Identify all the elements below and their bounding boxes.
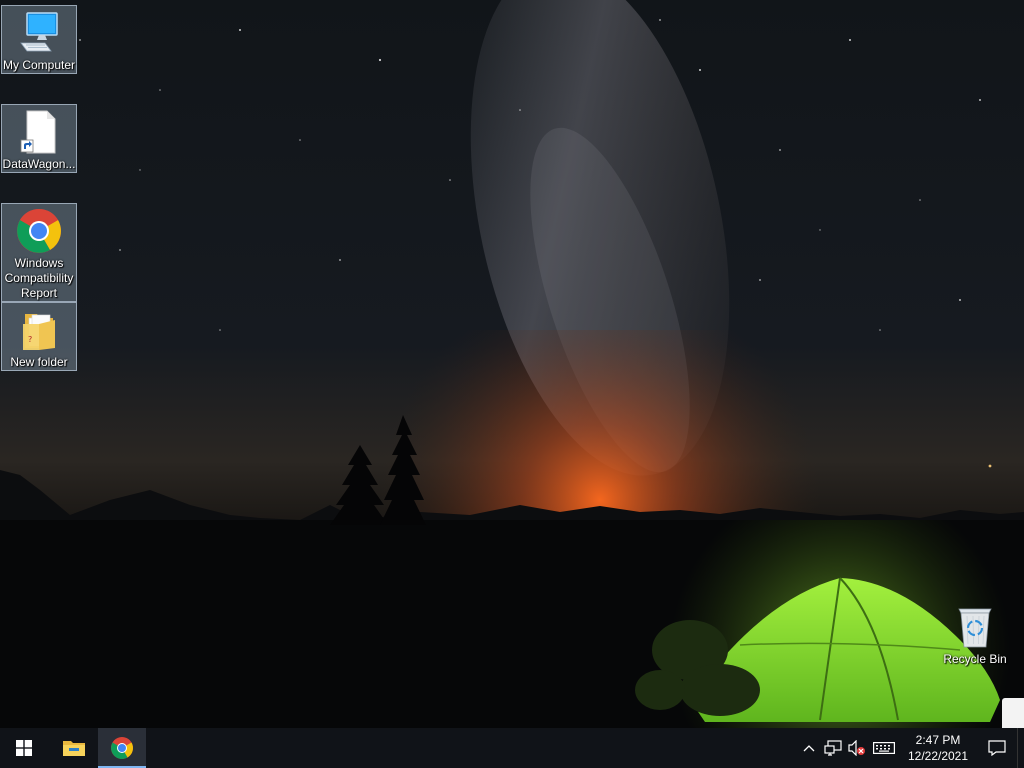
keyboard-icon	[873, 742, 895, 754]
taskbar-file-explorer[interactable]	[50, 728, 98, 768]
monitor-icon	[20, 12, 58, 52]
start-button[interactable]	[0, 728, 48, 768]
window-edge-fragment[interactable]	[1002, 698, 1024, 728]
taskbar: 2:47 PM 12/22/2021	[0, 728, 1024, 768]
desktop-icon-label: DataWagon...	[2, 157, 76, 171]
system-tray: 2:47 PM 12/22/2021	[797, 728, 1024, 768]
action-center-icon	[988, 740, 1006, 756]
desktop-icon-label: Windows Compatibility Report	[4, 256, 74, 300]
folder-icon: ?	[23, 314, 55, 350]
touch-keyboard-button[interactable]	[869, 728, 899, 768]
action-center-button[interactable]	[977, 728, 1017, 768]
desktop-icon-recycle-bin[interactable]: Recycle Bin	[937, 600, 1013, 670]
desktop-icon-my-computer[interactable]: My Computer	[1, 5, 77, 74]
desktop-icon-label: My Computer	[2, 58, 76, 72]
network-icon	[824, 740, 842, 756]
chrome-icon	[111, 737, 133, 759]
desktop-icon-datawagon[interactable]: DataWagon...	[1, 104, 77, 173]
taskbar-chrome[interactable]	[98, 728, 146, 768]
night-sky-wallpaper	[0, 0, 1024, 768]
volume-button[interactable]	[845, 728, 869, 768]
file-explorer-icon	[63, 741, 85, 756]
network-button[interactable]	[821, 728, 845, 768]
chevron-up-icon	[803, 745, 815, 752]
desktop-icon-label: New folder	[10, 355, 68, 369]
show-desktop-button[interactable]	[1017, 728, 1024, 768]
desktop-wallpaper	[0, 0, 1024, 768]
volume-muted-icon	[848, 740, 865, 756]
taskbar-clock[interactable]: 2:47 PM 12/22/2021	[899, 728, 977, 768]
clock-time: 2:47 PM	[915, 733, 961, 747]
shortcut-file-icon	[20, 110, 56, 154]
desktop-icon-new-folder[interactable]: ? New folder	[1, 302, 77, 371]
desktop-icon-label: Recycle Bin	[943, 652, 1007, 666]
clock-date: 12/22/2021	[907, 749, 969, 763]
chrome-icon	[17, 209, 61, 253]
recycle-bin-icon	[958, 608, 992, 648]
desktop-icon-windows-compatibility-report[interactable]: Windows Compatibility Report	[1, 203, 77, 302]
show-hidden-icons-button[interactable]	[797, 728, 821, 768]
windows-logo-icon	[16, 740, 32, 756]
svg-text:?: ?	[28, 335, 32, 344]
